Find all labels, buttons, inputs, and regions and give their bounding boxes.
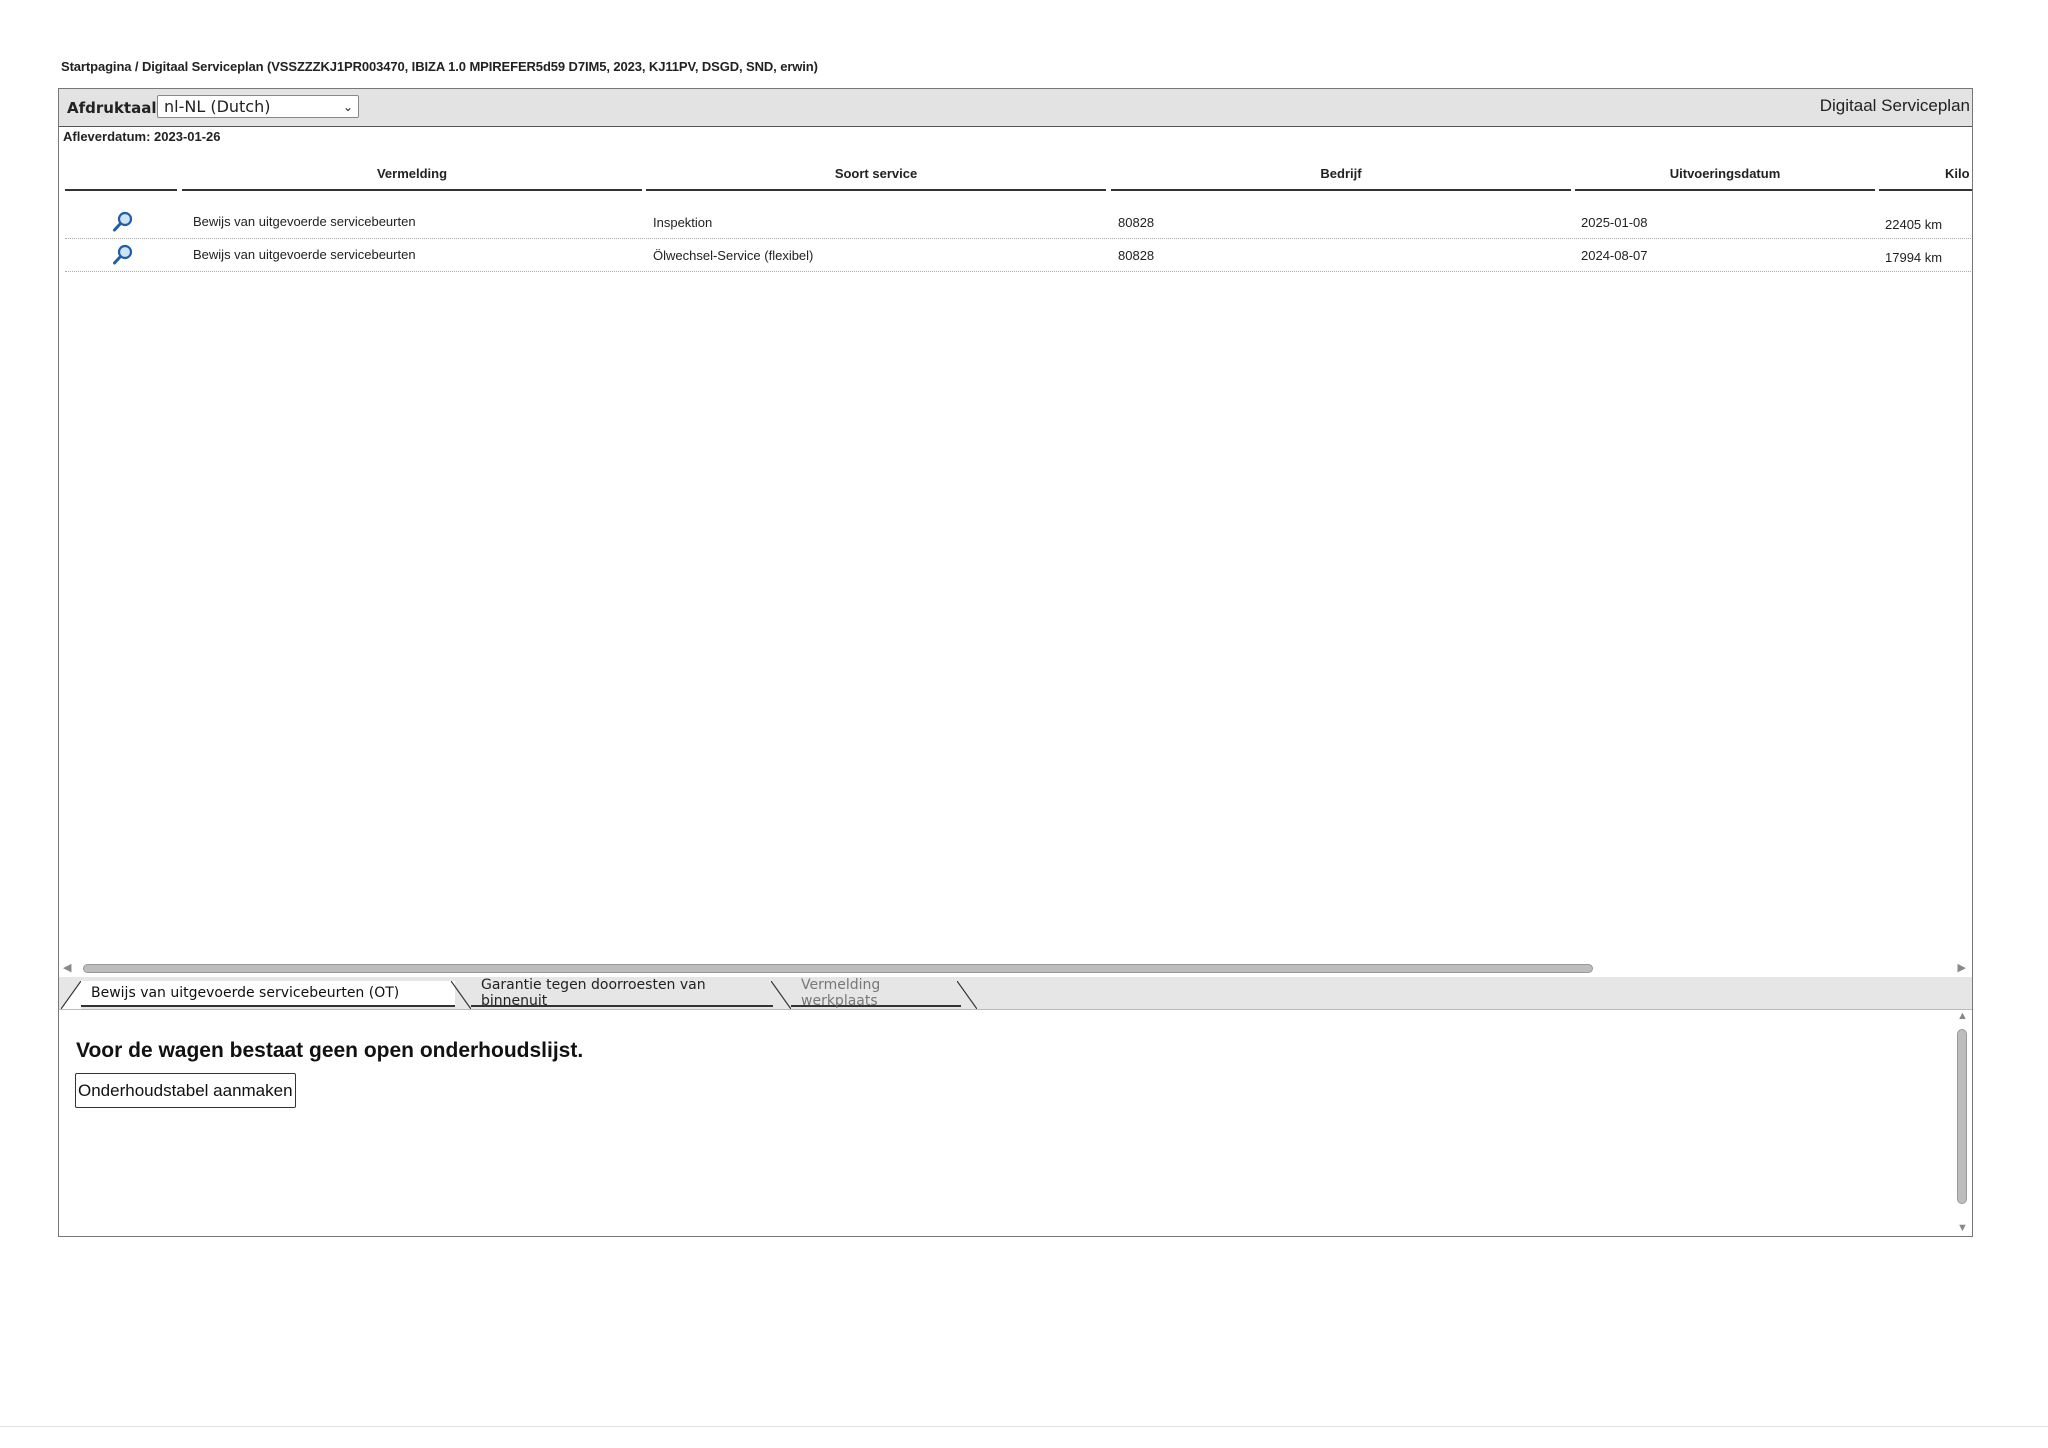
tab-servicebeurten[interactable]: Bewijs van uitgevoerde servicebeurten (O… (81, 981, 455, 1007)
scroll-down-arrow-icon[interactable]: ▼ (1957, 1222, 1968, 1234)
tab-edge-separator (771, 981, 791, 1009)
language-select[interactable]: nl-NL (Dutch) ⌄ (157, 95, 359, 118)
tab-edge-right (957, 981, 977, 1009)
magnifier-icon[interactable] (112, 244, 134, 266)
tab-edge-separator (451, 981, 471, 1009)
cell-soort-service: Inspektion (653, 215, 713, 230)
cell-vermelding: Bewijs van uitgevoerde servicebeurten (193, 247, 416, 262)
column-header-kilometerstand[interactable]: Kilo (1879, 157, 1972, 191)
scroll-right-arrow-icon[interactable]: ▶ (1958, 961, 1966, 974)
cell-kilometerstand: 22405 km (1885, 217, 1943, 232)
scroll-up-arrow-icon[interactable]: ▲ (1957, 1010, 1968, 1022)
vertical-scroll-thumb[interactable] (1957, 1029, 1967, 1204)
service-plan-frame: Afdruktaal: nl-NL (Dutch) ⌄ Digitaal Ser… (58, 88, 1973, 1237)
column-header-bedrijf[interactable]: Bedrijf (1111, 157, 1571, 191)
column-header-vermelding[interactable]: Vermelding (182, 157, 642, 191)
cell-vermelding: Bewijs van uitgevoerde servicebeurten (193, 214, 416, 229)
cell-soort-service: Ölwechsel-Service (flexibel) (653, 248, 814, 263)
language-select-value: nl-NL (Dutch) (164, 97, 271, 116)
cell-uitvoeringsdatum: 2024-08-07 (1581, 248, 1648, 263)
tab-edge-left (61, 981, 81, 1009)
horizontal-scroll-thumb[interactable] (83, 964, 1593, 973)
cell-bedrijf: 80828 (1118, 248, 1155, 263)
tab-garantie-doorroesten[interactable]: Garantie tegen doorroesten van binnenuit (471, 977, 773, 1009)
table-row[interactable]: Bewijs van uitgevoerde servicebeurten In… (65, 206, 1972, 239)
cell-kilometerstand: 17994 km (1885, 250, 1943, 265)
page-bottom-line (0, 1426, 2048, 1427)
chevron-down-icon: ⌄ (342, 100, 353, 114)
delivery-date: Afleverdatum: 2023-01-26 (63, 129, 221, 144)
tab-vermelding-werkplaats[interactable]: Vermelding werkplaats (791, 977, 961, 1009)
column-header-soort-service[interactable]: Soort service (646, 157, 1106, 191)
maintenance-panel: Voor de wagen bestaat geen open onderhou… (59, 1009, 1972, 1236)
horizontal-scrollbar[interactable]: ◀ ▶ (63, 961, 1968, 975)
cell-bedrijf: 80828 (1118, 215, 1155, 230)
table-header: Vermelding Soort service Bedrijf Uitvoer… (59, 157, 1972, 193)
column-header-uitvoeringsdatum[interactable]: Uitvoeringsdatum (1575, 157, 1875, 191)
app-title: Digitaal Serviceplan (1819, 96, 1970, 115)
table-row[interactable]: Bewijs van uitgevoerde servicebeurten Öl… (65, 239, 1972, 272)
language-label: Afdruktaal: (67, 99, 163, 117)
vertical-scrollbar[interactable]: ▲ ▼ (1954, 1009, 1970, 1234)
no-maintenance-message: Voor de wagen bestaat geen open onderhou… (76, 1039, 584, 1062)
breadcrumb[interactable]: Startpagina / Digitaal Serviceplan (VSSZ… (61, 59, 818, 74)
column-header-icon-underline (65, 189, 177, 191)
header-bar: Afdruktaal: nl-NL (Dutch) ⌄ Digitaal Ser… (59, 89, 1972, 127)
cell-uitvoeringsdatum: 2025-01-08 (1581, 215, 1648, 230)
create-maintenance-table-button[interactable]: Onderhoudstabel aanmaken (75, 1073, 296, 1108)
scroll-left-arrow-icon[interactable]: ◀ (63, 961, 71, 974)
tab-bar: Bewijs van uitgevoerde servicebeurten (O… (59, 977, 1972, 1010)
magnifier-icon[interactable] (112, 211, 134, 233)
